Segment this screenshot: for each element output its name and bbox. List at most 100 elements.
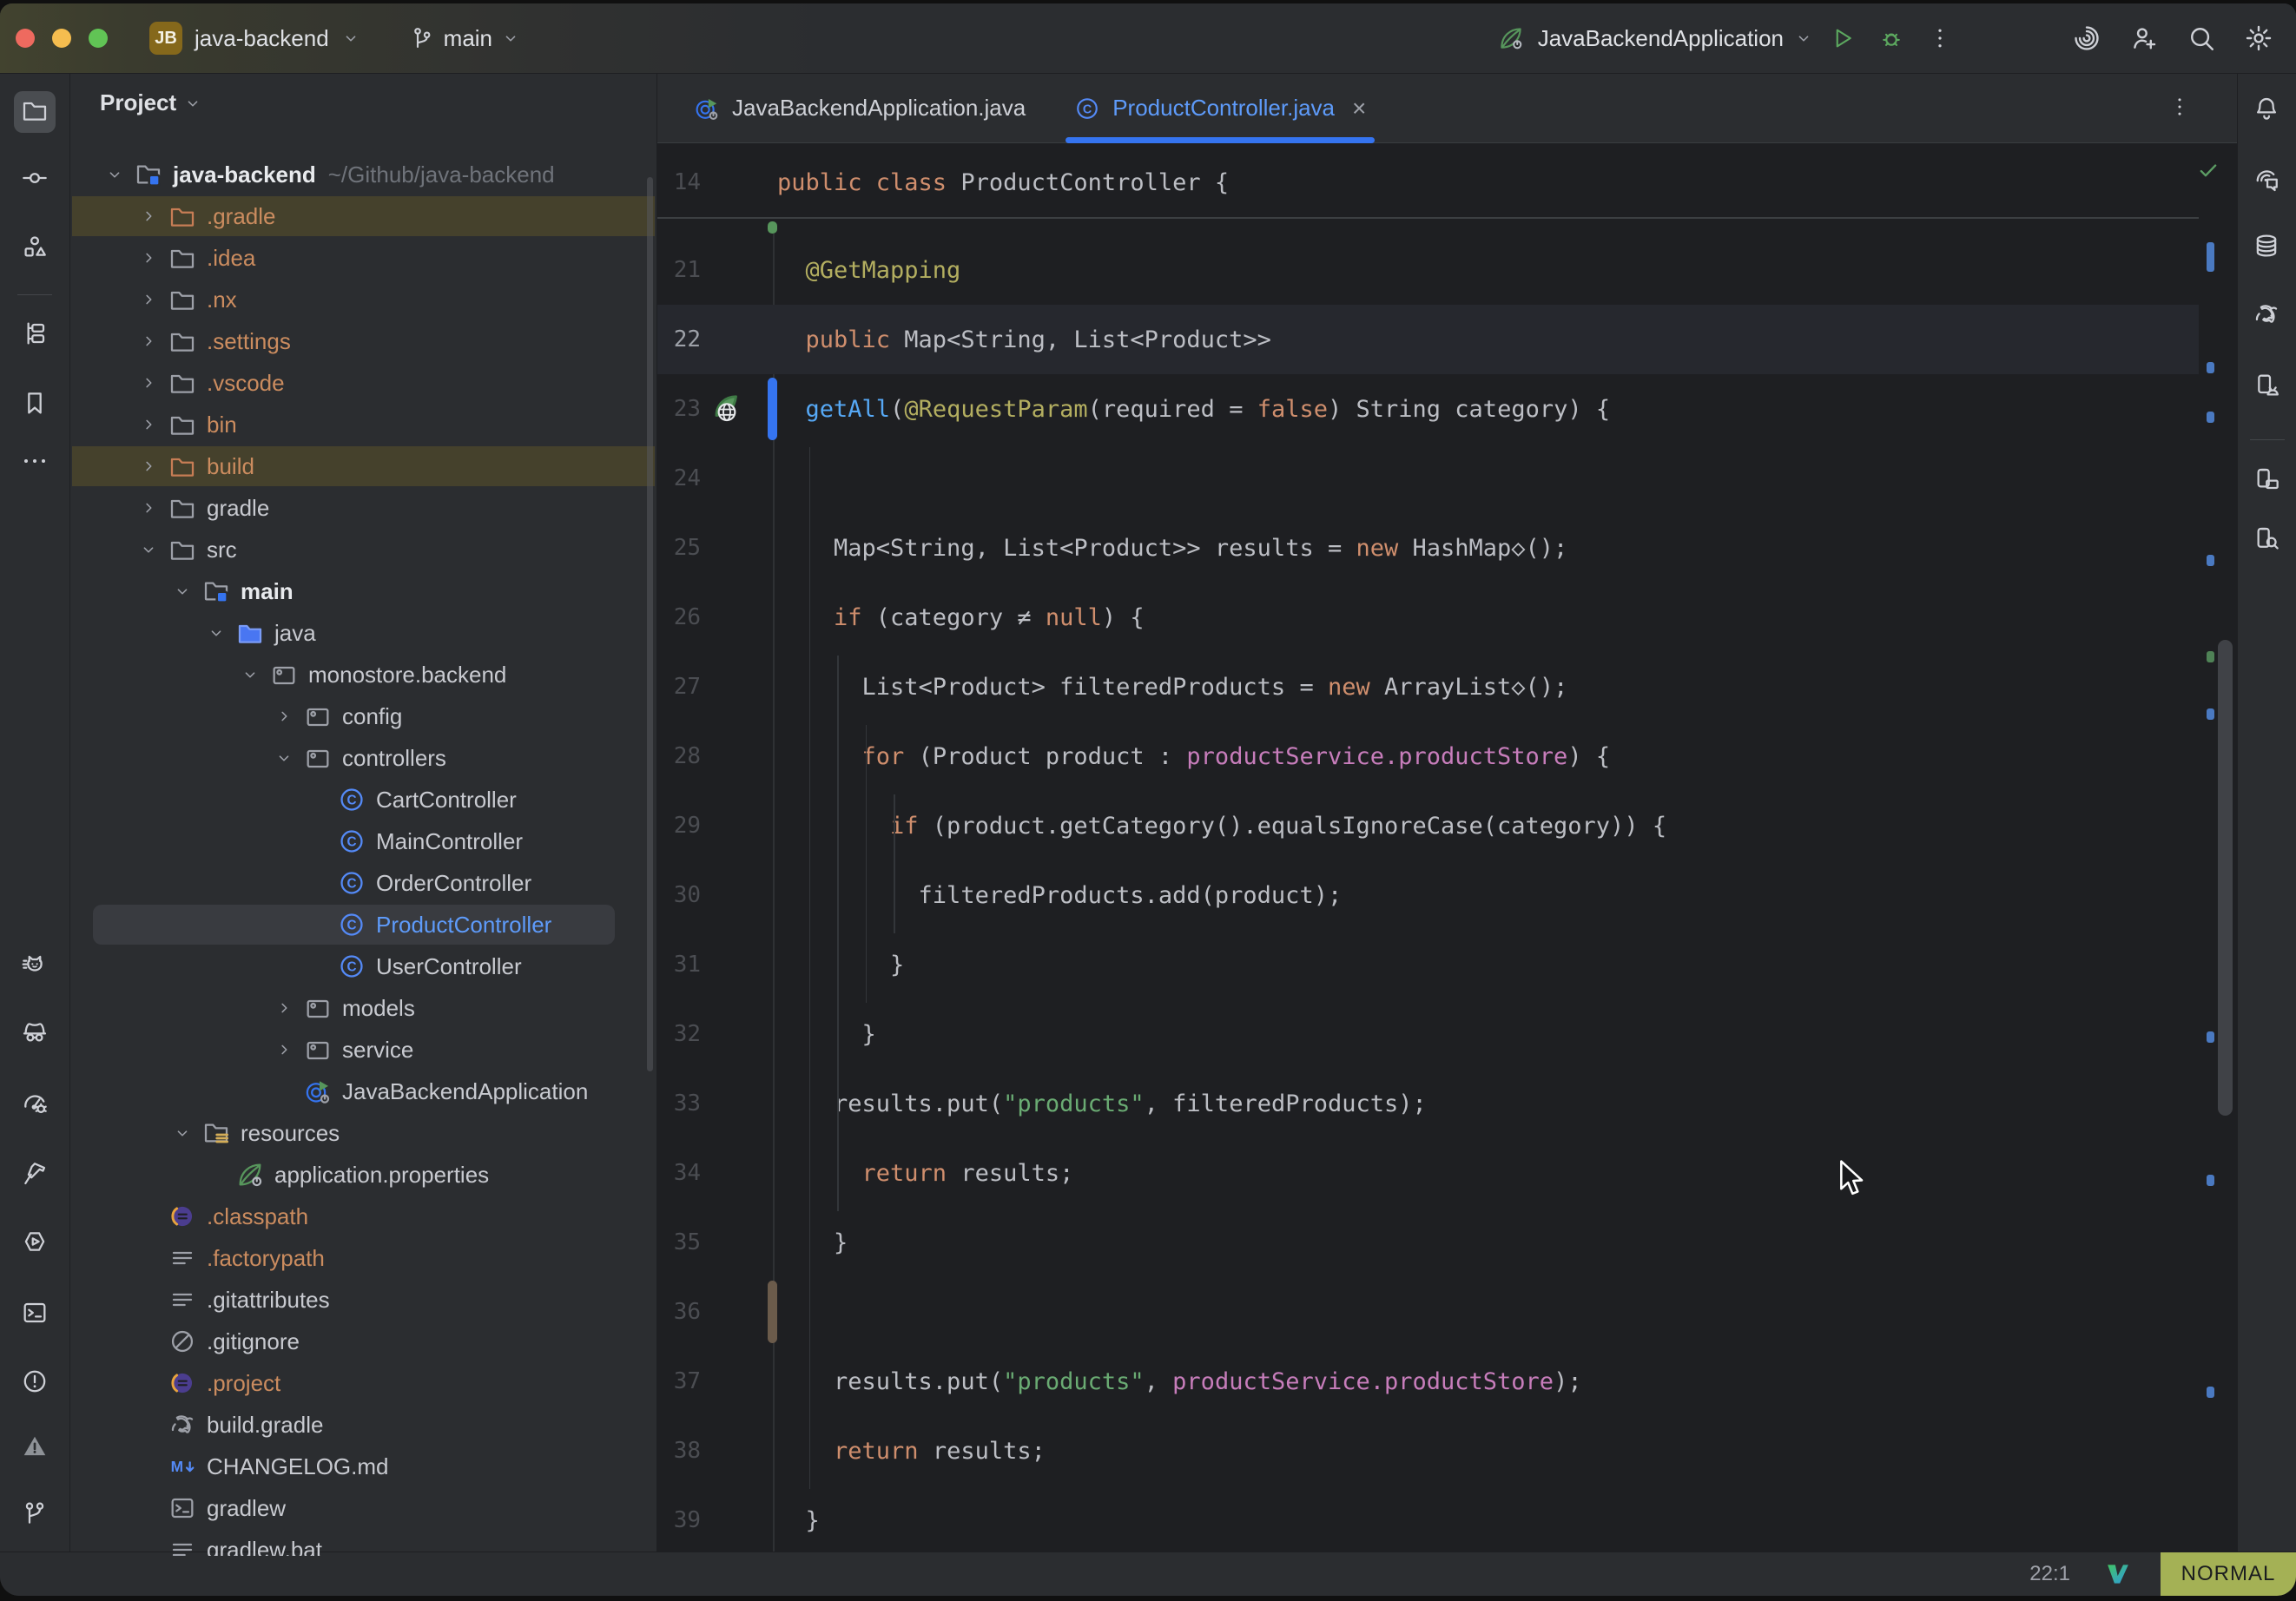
chevron-right-icon[interactable] <box>139 372 168 393</box>
chevron-right-icon[interactable] <box>139 497 168 518</box>
code-line-36[interactable]: 36 <box>657 1277 2199 1347</box>
code-line-37[interactable]: 37results.put("products", productService… <box>657 1347 2199 1416</box>
tree-item--classpath[interactable]: .classpath <box>70 1196 656 1237</box>
git-tool-button[interactable] <box>14 1494 56 1536</box>
tree-item-cartcontroller[interactable]: CCartController <box>70 779 656 820</box>
tree-item-bin[interactable]: bin <box>70 404 656 445</box>
line-number[interactable]: 27 <box>657 674 701 700</box>
tree-item-java[interactable]: java <box>70 612 656 654</box>
chevron-right-icon[interactable] <box>274 706 304 727</box>
chevron-down-icon[interactable] <box>173 581 202 602</box>
line-number[interactable]: 24 <box>657 465 701 491</box>
code-line-33[interactable]: 33 results.put("products", filteredProduc… <box>657 1069 2199 1138</box>
device-manager-tool-button[interactable] <box>2246 366 2287 408</box>
caret-position[interactable]: 22:1 <box>2029 1562 2070 1586</box>
analysis-stripe-mark[interactable] <box>2207 412 2214 423</box>
project-panel-scrollbar[interactable] <box>647 177 653 1071</box>
code-line-35[interactable]: 35} <box>657 1208 2199 1277</box>
line-number[interactable]: 34 <box>657 1160 701 1186</box>
tree-item--project[interactable]: .project <box>70 1362 656 1404</box>
tree-item-build-gradle[interactable]: build.gradle <box>70 1404 656 1446</box>
analysis-stripe-mark[interactable] <box>2207 362 2214 373</box>
chevron-down-icon[interactable] <box>173 1123 202 1143</box>
tree-item-resources[interactable]: resources <box>70 1112 656 1154</box>
code-text[interactable]: Map<String, List<Product>> results = new… <box>774 535 1567 562</box>
services-tool-button[interactable] <box>14 1222 56 1264</box>
analysis-stripe-mark[interactable] <box>2207 1175 2214 1186</box>
code-line-25[interactable]: 25Map<String, List<Product>> results = n… <box>657 513 2199 583</box>
line-number[interactable]: 31 <box>657 952 701 978</box>
tree-item--factorypath[interactable]: .factorypath <box>70 1237 656 1279</box>
chevron-right-icon[interactable] <box>139 247 168 268</box>
code-text[interactable]: List<Product> filteredProducts = new Arr… <box>774 674 1567 701</box>
tree-item-controllers[interactable]: controllers <box>70 737 656 779</box>
chevron-right-icon[interactable] <box>139 414 168 435</box>
editor-tab-productcontroller-java[interactable]: CProductController.java× <box>1050 74 1390 142</box>
analysis-stripe-mark[interactable] <box>2207 555 2214 566</box>
tree-item-changelog-md[interactable]: MCHANGELOG.md <box>70 1446 656 1487</box>
more-tool-windows-tool-button[interactable] <box>14 442 56 484</box>
problems-tool-button[interactable] <box>14 1362 56 1404</box>
project-panel-header[interactable]: Project <box>100 89 202 116</box>
project-tool-button[interactable] <box>14 91 56 133</box>
code-line-21[interactable]: 21@GetMapping <box>657 235 2199 305</box>
analysis-stripe-mark[interactable] <box>2207 651 2214 662</box>
tree-item-monostore-backend[interactable]: monostore.backend <box>70 654 656 695</box>
analysis-stripe-mark[interactable] <box>2207 708 2214 720</box>
zoom-window-button[interactable] <box>89 29 108 48</box>
code-text[interactable]: public class ProductController { <box>774 169 1229 196</box>
tree-item-productcontroller[interactable]: CProductController <box>70 904 656 945</box>
ideavim-icon[interactable] <box>2105 1561 2131 1587</box>
analysis-stripe-mark[interactable] <box>2207 1387 2214 1398</box>
code-line-28[interactable]: 28 for (Product product : productService.… <box>657 721 2199 791</box>
rest-mapping-globe-icon[interactable] <box>701 392 774 426</box>
code-text[interactable]: for (Product product : productService.pr… <box>774 743 1610 770</box>
code-line-30[interactable]: 30filteredProducts.add(product); <box>657 860 2199 930</box>
chevron-right-icon[interactable] <box>139 456 168 477</box>
tree-item-gradle[interactable]: gradle <box>70 487 656 529</box>
code-line-29[interactable]: 29if (product.getCategory().equalsIgnore… <box>657 791 2199 860</box>
code-text[interactable]: } <box>774 1229 848 1256</box>
tab-options-kebab-icon[interactable] <box>2161 88 2199 126</box>
inspections-ok-icon[interactable] <box>2197 159 2220 181</box>
line-number[interactable]: 22 <box>657 326 701 352</box>
more-run-actions-button[interactable] <box>1921 19 1959 57</box>
chevron-down-icon[interactable] <box>274 748 304 768</box>
line-number[interactable]: 28 <box>657 743 701 769</box>
code-line-27[interactable]: 27 List<Product> filteredProducts = new A… <box>657 652 2199 721</box>
close-window-button[interactable] <box>16 29 35 48</box>
code-text[interactable]: @GetMapping <box>774 257 960 284</box>
code-text[interactable]: results.put("products", filteredProducts… <box>774 1090 1427 1117</box>
tree-item-src[interactable]: src <box>70 529 656 570</box>
chevron-right-icon[interactable] <box>274 998 304 1018</box>
chevron-right-icon[interactable] <box>274 1039 304 1060</box>
line-number[interactable]: 14 <box>657 169 701 195</box>
tree-item--gitignore[interactable]: .gitignore <box>70 1321 656 1362</box>
code-area[interactable]: 14 public class ProductController { 21@Get… <box>657 142 2237 1556</box>
terminal-tool-button[interactable] <box>14 1294 56 1335</box>
analysis-stripe-mark[interactable] <box>2207 242 2214 272</box>
gradle-tool-button[interactable] <box>2246 295 2287 337</box>
code-text[interactable]: return results; <box>774 1438 1046 1465</box>
device-explorer-tool-button[interactable] <box>2246 519 2287 561</box>
chevron-down-icon[interactable] <box>105 164 135 185</box>
line-number[interactable]: 33 <box>657 1090 701 1117</box>
line-number[interactable]: 36 <box>657 1299 701 1325</box>
project-widget[interactable]: JB java-backend <box>149 22 360 55</box>
tree-item--gitattributes[interactable]: .gitattributes <box>70 1279 656 1321</box>
run-button[interactable] <box>1824 19 1862 57</box>
chevron-down-icon[interactable] <box>241 664 270 685</box>
tree-item-usercontroller[interactable]: CUserController <box>70 945 656 987</box>
notifications-warning-tool-button[interactable] <box>14 1427 56 1469</box>
line-number[interactable]: 30 <box>657 882 701 908</box>
code-text[interactable]: public Map<String, List<Product>> <box>774 326 1271 353</box>
line-number[interactable]: 29 <box>657 813 701 839</box>
chevron-right-icon[interactable] <box>139 331 168 352</box>
analysis-stripe-mark[interactable] <box>2207 1031 2214 1043</box>
add-user-icon[interactable] <box>2129 23 2159 53</box>
line-number[interactable]: 32 <box>657 1021 701 1047</box>
line-number[interactable]: 23 <box>657 396 701 422</box>
tree-item-maincontroller[interactable]: CMainController <box>70 820 656 862</box>
tree-item-ordercontroller[interactable]: COrderController <box>70 862 656 904</box>
code-line-22[interactable]: 22 public Map<String, List<Product>> <box>657 305 2199 374</box>
